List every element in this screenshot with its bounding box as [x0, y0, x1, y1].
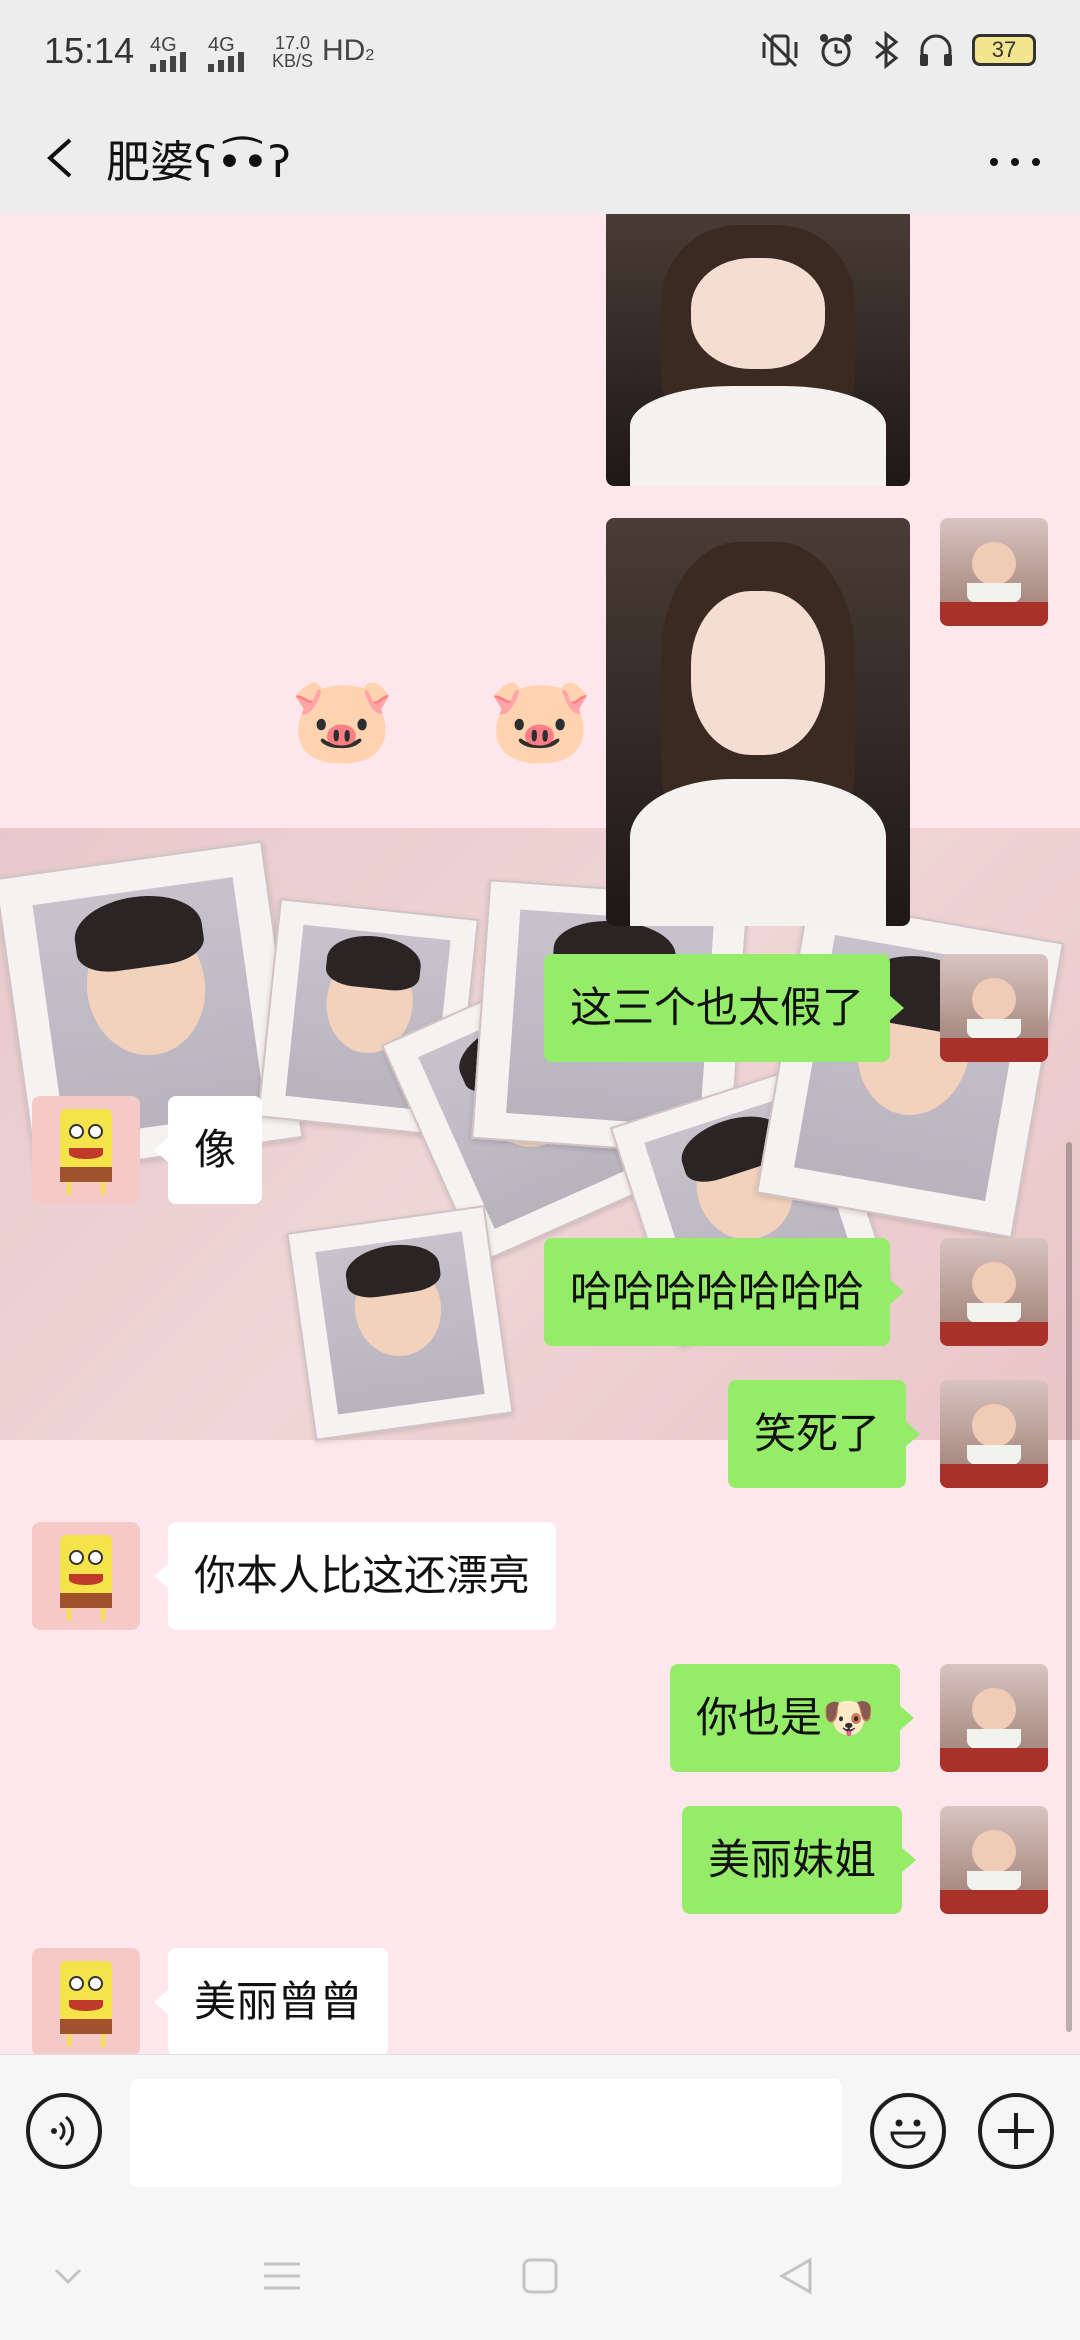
add-button[interactable]	[978, 2093, 1054, 2169]
chat-message-list[interactable]: 🐷 🐷 这三个也太假了 像 哈哈哈哈哈哈哈 笑死了 你本人比这还漂亮 你也是🐶 …	[0, 214, 1080, 2054]
network-speed: 17.0 KB/S	[272, 34, 313, 70]
contact-avatar[interactable]	[32, 1948, 140, 2054]
chat-wallpaper	[0, 828, 1080, 1441]
menu-icon	[264, 2262, 300, 2290]
chat-header: 肥婆ʕ•͡•ʔ	[0, 108, 1080, 214]
contact-avatar[interactable]	[32, 1096, 140, 1204]
hd-label: HD	[322, 34, 366, 67]
sent-message-bubble[interactable]: 美丽妹姐	[682, 1806, 917, 1914]
my-avatar[interactable]	[940, 1664, 1048, 1772]
nav-home-button[interactable]	[510, 2246, 570, 2306]
pig-emoji: 🐷	[488, 671, 593, 769]
sent-message-bubble[interactable]: 哈哈哈哈哈哈哈	[544, 1238, 905, 1346]
nav-menu-button[interactable]	[252, 2246, 312, 2306]
voice-button[interactable]	[26, 2093, 102, 2169]
status-bar: 15:14 4G 4G 17.0 KB/S HD2 37	[0, 0, 1080, 108]
sent-message-bubble[interactable]: 你也是🐶	[670, 1664, 915, 1772]
more-options-icon[interactable]	[980, 132, 1050, 192]
nav-back-button[interactable]	[766, 2246, 826, 2306]
my-avatar[interactable]	[940, 1238, 1048, 1346]
image-message[interactable]	[606, 518, 910, 926]
battery-icon: 37	[972, 34, 1036, 66]
alarm-icon	[820, 34, 852, 67]
network-speed-unit: KB/S	[272, 51, 314, 71]
back-arrow-icon[interactable]	[32, 128, 92, 188]
my-avatar[interactable]	[940, 1806, 1048, 1914]
home-square-icon	[522, 2258, 558, 2294]
received-message-bubble[interactable]: 你本人比这还漂亮	[153, 1522, 557, 1630]
chat-scrollbar[interactable]	[1066, 1142, 1072, 2032]
nav-hide-keyboard-button[interactable]	[38, 2246, 98, 2306]
received-message-bubble[interactable]: 美丽曾曾	[153, 1948, 389, 2054]
my-avatar[interactable]	[940, 954, 1048, 1062]
voice-icon	[51, 2115, 75, 2147]
message-input[interactable]	[130, 2079, 842, 2187]
chat-title: 肥婆ʕ•͡•ʔ	[106, 137, 291, 188]
emoji-button[interactable]	[870, 2093, 946, 2169]
received-message-bubble[interactable]: 像	[153, 1096, 263, 1204]
status-icons: 37	[760, 30, 1036, 70]
signal-2-icon	[208, 52, 244, 72]
chevron-down-icon	[54, 2268, 82, 2285]
signal-1-icon	[150, 52, 186, 72]
hd-sub-label: 2	[365, 47, 375, 64]
back-triangle-icon	[778, 2257, 812, 2295]
emoji-icon	[890, 2119, 926, 2149]
headphones-icon	[920, 34, 952, 66]
pig-emoji: 🐷	[290, 671, 395, 769]
sent-message-bubble[interactable]: 这三个也太假了	[544, 954, 905, 1062]
contact-avatar[interactable]	[32, 1522, 140, 1630]
image-message[interactable]	[606, 214, 910, 486]
status-time: 15:14	[44, 30, 135, 71]
add-icon	[998, 2113, 1034, 2149]
my-avatar[interactable]	[940, 518, 1048, 626]
my-avatar[interactable]	[940, 1380, 1048, 1488]
vibrate-icon	[762, 32, 798, 68]
wallpaper-photo	[755, 897, 1065, 1239]
network-speed-value: 17.0	[274, 33, 311, 53]
message-input-bar	[0, 2054, 1080, 2206]
hd-indicator: HD2	[322, 34, 374, 68]
bluetooth-icon	[875, 30, 899, 70]
system-navigation-bar	[0, 2206, 1080, 2340]
wallpaper-photo	[286, 1205, 514, 1441]
sent-message-bubble[interactable]: 笑死了	[728, 1380, 921, 1488]
